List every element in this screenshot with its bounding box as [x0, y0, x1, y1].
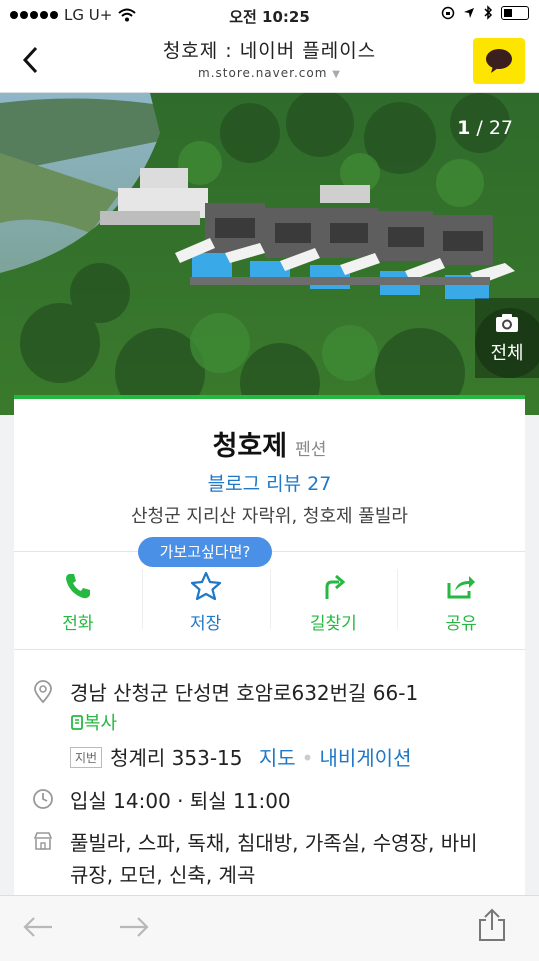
lock-rotation-icon	[441, 6, 455, 19]
blog-review-link[interactable]: 블로그 리뷰 27	[14, 469, 525, 496]
call-button[interactable]: 전화	[14, 567, 142, 645]
star-icon	[190, 571, 221, 601]
place-description: 산청군 지리산 자락위, 청호제 풀빌라	[130, 506, 408, 527]
bluetooth-icon	[484, 5, 493, 20]
pension-photo-image	[0, 93, 539, 415]
location-pin-icon	[34, 680, 52, 704]
jibun-tag: 지번	[70, 747, 103, 768]
all-photos-label: 전체	[490, 343, 524, 364]
clock-icon	[33, 789, 53, 809]
url-label[interactable]: m.store.naver.com ▼	[0, 66, 539, 80]
place-category: 펜션	[295, 440, 327, 460]
page-title: 청호제 : 네이버 플레이스	[162, 40, 377, 62]
camera-icon	[496, 314, 518, 332]
place-card: 청호제 펜션 블로그 리뷰 27 산청군 지리산 자락위, 청호제 풀빌라 전화 …	[14, 395, 525, 899]
features-line-2: 큐장, 모던, 신축, 계곡	[70, 863, 256, 887]
save-button[interactable]: 저장	[141, 567, 270, 645]
map-link[interactable]: 지도	[259, 746, 296, 770]
route-icon	[325, 574, 346, 599]
share-button[interactable]: 공유	[397, 567, 525, 645]
phone-icon	[65, 574, 90, 599]
place-photo[interactable]: 1 / 27 전체	[0, 93, 539, 415]
share-sheet-icon[interactable]	[476, 908, 508, 942]
directions-label: 길찾기	[309, 614, 357, 634]
share-icon	[447, 576, 476, 599]
place-title-row: 청호제 펜션	[14, 424, 525, 463]
copy-label: 복사	[84, 713, 118, 734]
store-icon	[33, 832, 53, 850]
battery-icon	[501, 5, 529, 20]
share-label: 공유	[445, 614, 477, 634]
photo-current: 1	[457, 117, 471, 139]
all-photos-button[interactable]: 전체	[475, 298, 539, 378]
back-arrow-icon[interactable]	[22, 914, 54, 940]
hours-text: 입실 14:00 · 퇴실 11:00	[70, 789, 291, 813]
road-address: 경남 산청군 단성면 호암로632번길 66-1	[70, 681, 419, 705]
location-icon	[464, 7, 474, 18]
status-right	[441, 5, 529, 20]
divider	[14, 649, 525, 650]
url-text: m.store.naver.com	[198, 66, 328, 80]
navigation-link[interactable]: 내비게이션	[319, 746, 411, 770]
photo-total: / 27	[476, 117, 513, 139]
dot-separator: •	[301, 746, 314, 770]
chevron-down-icon: ▼	[332, 69, 341, 80]
status-bar: LG U+ 오전 10:25	[0, 0, 539, 30]
save-tooltip[interactable]: 가보고싶다면?	[138, 537, 272, 567]
chat-bubble-icon	[486, 49, 512, 73]
place-name: 청호제	[212, 431, 288, 462]
features-line-1: 풀빌라, 스파, 독채, 침대방, 가족실, 수영장, 바비	[70, 831, 478, 855]
directions-button[interactable]: 길찾기	[269, 567, 398, 645]
save-label: 저장	[189, 614, 222, 634]
browser-navbar: 청호제 : 네이버 플레이스 m.store.naver.com ▼	[0, 30, 539, 93]
action-bar: 전화 저장 길찾기 공유	[14, 567, 525, 645]
jibun-address: 청계리 353-15	[110, 746, 243, 770]
call-label: 전화	[62, 614, 94, 634]
photo-counter: 1 / 27	[457, 117, 513, 139]
jibun-row: 지번 청계리 353-15 지도 • 내비게이션	[70, 742, 411, 771]
copy-icon	[71, 715, 83, 730]
copy-address-button[interactable]: 복사	[70, 709, 117, 735]
browser-toolbar	[0, 895, 539, 961]
kakao-talk-button[interactable]	[473, 38, 525, 84]
forward-arrow-icon[interactable]	[118, 914, 150, 940]
